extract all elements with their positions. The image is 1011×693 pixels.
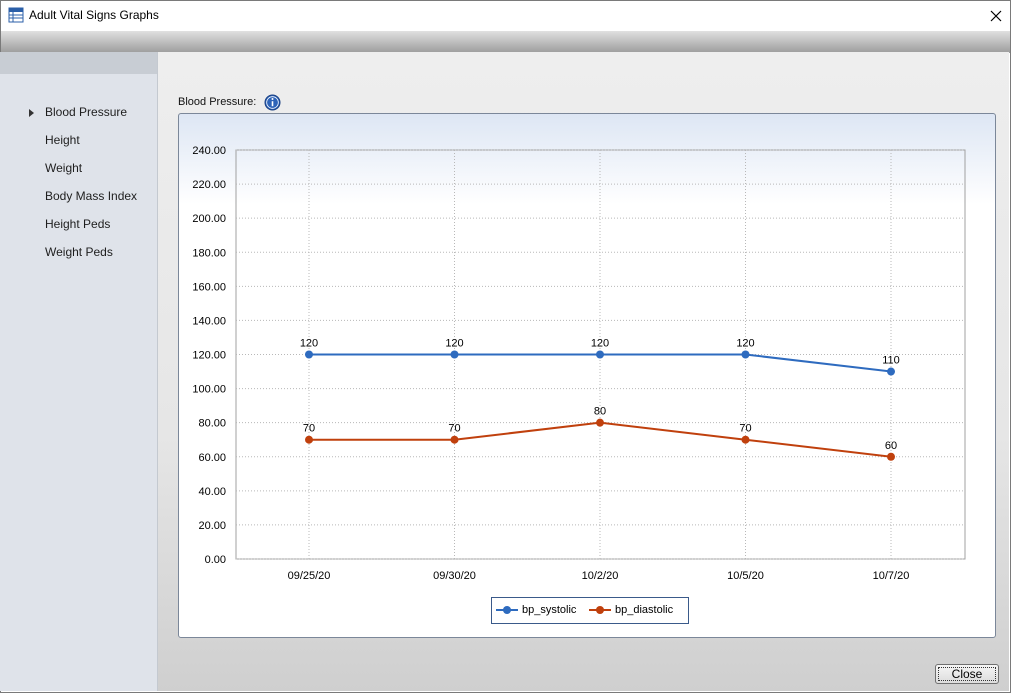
legend-systolic-label: bp_systolic (522, 604, 577, 616)
y-tick-label: 180.00 (192, 247, 226, 259)
info-icon[interactable] (264, 94, 281, 111)
y-tick-label: 0.00 (205, 554, 226, 566)
data-label-bp_diastolic: 60 (885, 440, 897, 452)
legend-systolic-marker (496, 606, 518, 614)
title-bar: Adult Vital Signs Graphs (1, 1, 1010, 31)
data-label-bp_diastolic: 70 (303, 423, 315, 435)
data-label-bp_diastolic: 70 (448, 423, 460, 435)
data-point-bp_diastolic (450, 435, 459, 444)
data-label-bp_diastolic: 70 (739, 423, 751, 435)
y-tick-label: 140.00 (192, 315, 226, 327)
y-tick-label: 200.00 (192, 213, 226, 225)
close-icon[interactable] (981, 1, 1010, 31)
table-icon (8, 7, 24, 23)
data-point-bp_systolic (305, 350, 313, 359)
y-tick-label: 80.00 (198, 418, 226, 430)
data-label-bp_systolic: 110 (882, 355, 900, 367)
sidebar-item-weight-peds[interactable]: Weight Peds (45, 245, 113, 259)
y-tick-label: 240.00 (192, 145, 226, 157)
data-point-bp_systolic (596, 350, 604, 359)
x-tick-label: 09/25/20 (288, 570, 331, 582)
x-tick-label: 10/5/20 (727, 570, 764, 582)
x-tick-label: 10/2/20 (582, 570, 619, 582)
close-button[interactable]: Close (935, 664, 999, 684)
chart-legend: bp_systolic bp_diastolic (491, 597, 689, 624)
series-line-bp_diastolic (309, 421, 892, 458)
data-point-bp_diastolic (887, 452, 895, 461)
sidebar-item-weight[interactable]: Weight (45, 161, 82, 175)
legend-diastolic-marker (589, 606, 611, 614)
data-label-bp_systolic: 120 (445, 338, 463, 350)
sidebar-item-height[interactable]: Height (45, 133, 80, 147)
window-title: Adult Vital Signs Graphs (29, 8, 159, 22)
legend-diastolic-label: bp_diastolic (615, 604, 674, 616)
data-label-bp_systolic: 120 (736, 338, 754, 350)
section-label: Blood Pressure: (178, 96, 257, 108)
data-point-bp_systolic (887, 367, 895, 376)
sidebar-item-body-mass-index[interactable]: Body Mass Index (45, 189, 137, 203)
x-tick-label: 10/7/20 (873, 570, 910, 582)
data-point-bp_systolic (741, 350, 750, 359)
sidebar-header (0, 52, 157, 74)
selected-arrow-icon (29, 109, 34, 117)
y-tick-label: 160.00 (192, 281, 226, 293)
data-point-bp_diastolic (596, 418, 604, 427)
data-point-bp_diastolic (305, 435, 313, 444)
sidebar-item-blood-pressure[interactable]: Blood Pressure (45, 105, 127, 119)
y-tick-label: 220.00 (192, 179, 226, 191)
y-tick-label: 20.00 (198, 520, 226, 532)
blood-pressure-chart: 0.00 20.00 40.00 60.00 80.00 100.00 120.00 140.… (192, 145, 966, 582)
y-tick-label: 40.00 (198, 486, 226, 498)
sidebar (0, 52, 158, 691)
toolbar-strip (1, 31, 1010, 53)
data-label-bp_systolic: 120 (300, 338, 318, 350)
data-point-bp_systolic (450, 350, 459, 359)
data-label-bp_diastolic: 80 (594, 406, 606, 418)
data-point-bp_diastolic (741, 435, 750, 444)
x-tick-label: 09/30/20 (433, 570, 476, 582)
y-tick-label: 120.00 (192, 350, 226, 362)
sidebar-item-height-peds[interactable]: Height Peds (45, 217, 110, 231)
y-tick-label: 60.00 (198, 452, 226, 464)
y-tick-label: 100.00 (192, 384, 226, 396)
data-label-bp_systolic: 120 (591, 338, 609, 350)
